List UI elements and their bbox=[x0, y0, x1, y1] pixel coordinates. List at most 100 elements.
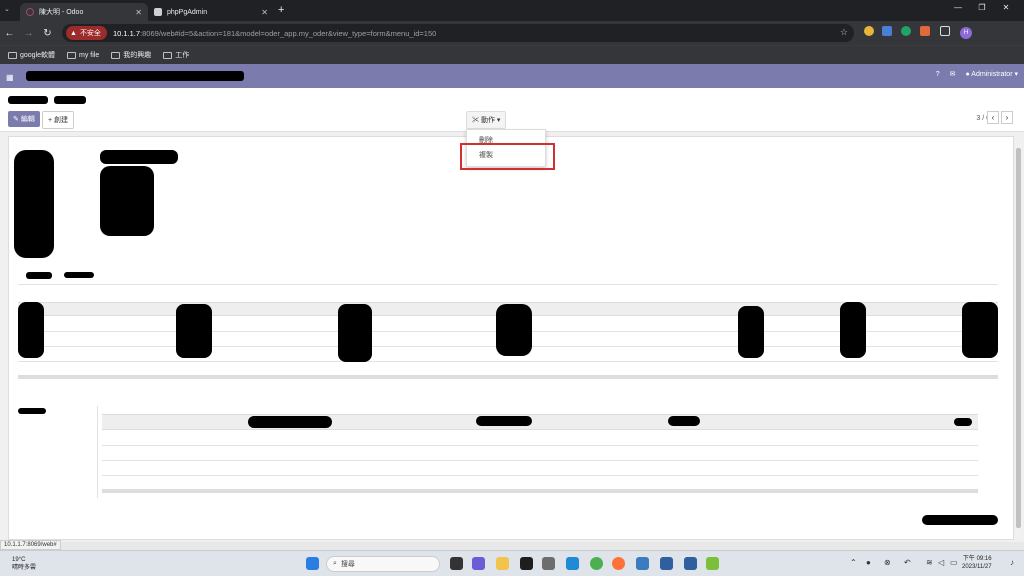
table-row[interactable] bbox=[102, 445, 978, 446]
bookmark-label: 我的興趣 bbox=[123, 52, 152, 59]
redacted-column bbox=[840, 302, 866, 358]
odoo-main-navbar: ▦ ? ✉ ● Administrator ▾ bbox=[0, 64, 1024, 88]
grammarly-icon[interactable] bbox=[901, 26, 911, 36]
restore-icon[interactable]: ❐ bbox=[970, 3, 994, 12]
bookmark-folder[interactable]: google軟體 bbox=[8, 50, 55, 60]
sub-table-header bbox=[102, 414, 978, 430]
redacted-column bbox=[18, 302, 44, 358]
window-controls: — ❐ ✕ bbox=[946, 3, 1018, 12]
notepad-icon[interactable] bbox=[706, 557, 719, 570]
tab-phppgadmin[interactable]: phpPgAdmin ✕ bbox=[148, 3, 274, 21]
folder-icon bbox=[163, 51, 173, 59]
taskbar-search[interactable]: ⌕ 搜尋 bbox=[326, 556, 440, 572]
battery-icon[interactable]: ▭ bbox=[950, 558, 958, 567]
volume-icon[interactable]: ◁ bbox=[938, 558, 944, 567]
action-dropdown-button[interactable]: ✂ 動作 ▾ bbox=[466, 111, 507, 129]
app-tray-icon[interactable]: ⊗ bbox=[884, 558, 891, 567]
bookmark-star-icon[interactable]: ☆ bbox=[840, 27, 848, 38]
section-divider bbox=[97, 406, 98, 498]
bookmark-folder[interactable]: my file bbox=[67, 51, 99, 59]
chat-app-icon[interactable] bbox=[472, 557, 485, 570]
action-label: 動作 bbox=[480, 117, 495, 124]
virtualbox-icon[interactable] bbox=[660, 557, 673, 570]
weather-desc: 晴時多雲 bbox=[12, 565, 37, 571]
screen: ⌄ 陳大明 - Odoo ✕ phpPgAdmin ✕ + — ❐ ✕ ← → … bbox=[0, 0, 1024, 576]
redacted-header bbox=[476, 416, 532, 426]
weather-temp: 19°C bbox=[12, 557, 26, 563]
security-tray-icon[interactable]: ● bbox=[866, 558, 871, 567]
address-bar[interactable]: ▲ 不安全 10.1.1.7:8069/web#id=5&action=181&… bbox=[62, 24, 854, 42]
bookmark-folder[interactable]: 工作 bbox=[163, 50, 189, 60]
close-window-icon[interactable]: ✕ bbox=[994, 3, 1018, 12]
bookmark-label: google軟體 bbox=[20, 52, 56, 59]
edit-button[interactable]: ✎ 編輯 bbox=[8, 111, 40, 127]
scrollbar-thumb[interactable] bbox=[1016, 148, 1021, 528]
weather-widget[interactable]: 19°C 晴時多雲 bbox=[12, 556, 36, 572]
app-icon[interactable] bbox=[636, 557, 649, 570]
undo-tray-icon[interactable]: ↶ bbox=[904, 558, 911, 567]
redacted-section-label bbox=[18, 408, 46, 414]
edge-icon[interactable] bbox=[566, 557, 579, 570]
table-row[interactable] bbox=[102, 460, 978, 461]
create-button[interactable]: + 創建 bbox=[42, 111, 75, 129]
pager-previous-icon[interactable]: ‹ bbox=[987, 111, 999, 124]
user-menu[interactable]: ● Administrator ▾ bbox=[966, 70, 1019, 78]
minimize-icon[interactable]: — bbox=[946, 3, 970, 12]
bookmark-folder[interactable]: 我的興趣 bbox=[111, 50, 151, 60]
new-tab-button[interactable]: + bbox=[278, 4, 284, 16]
terminal-icon[interactable] bbox=[520, 557, 533, 570]
task-view-icon[interactable] bbox=[450, 557, 463, 570]
back-icon[interactable]: ← bbox=[0, 28, 19, 39]
odoo-favicon-icon bbox=[26, 8, 34, 16]
start-windows-icon[interactable] bbox=[306, 557, 319, 570]
search-icon: ⌕ bbox=[333, 560, 337, 567]
url-path: :8069/web#id=5&action=181&model=oder_app… bbox=[140, 28, 437, 38]
redacted-column bbox=[962, 302, 998, 358]
navbar-systray: ? ✉ ● Administrator ▾ bbox=[936, 70, 1019, 79]
reload-icon[interactable]: ↻ bbox=[38, 28, 57, 39]
user-icon: ● bbox=[965, 71, 970, 78]
apps-grid-icon[interactable]: ▦ bbox=[6, 73, 14, 82]
annotation-highlight-box bbox=[460, 143, 555, 170]
extension-icon[interactable] bbox=[864, 26, 874, 36]
chrome-tab-strip: ⌄ 陳大明 - Odoo ✕ phpPgAdmin ✕ + — ❐ ✕ bbox=[0, 0, 1024, 21]
settings-icon[interactable] bbox=[542, 557, 555, 570]
firefox-icon[interactable] bbox=[612, 557, 625, 570]
file-explorer-icon[interactable] bbox=[496, 557, 509, 570]
translate-icon[interactable] bbox=[882, 26, 892, 36]
chrome-icon[interactable] bbox=[590, 557, 603, 570]
tab-search-icon[interactable]: ⌄ bbox=[4, 5, 14, 15]
forward-icon[interactable]: → bbox=[19, 28, 38, 39]
system-clock[interactable]: 下午 09:16 2023/11/27 bbox=[962, 555, 992, 571]
redacted-header bbox=[668, 416, 700, 426]
redacted-column bbox=[496, 304, 532, 356]
table-row[interactable] bbox=[102, 475, 978, 476]
pager-next-icon[interactable]: › bbox=[1001, 111, 1013, 124]
redacted-header bbox=[248, 416, 332, 428]
extension-icon[interactable] bbox=[920, 26, 930, 36]
redacted-tab bbox=[26, 272, 52, 279]
help-icon[interactable]: ? bbox=[936, 71, 940, 78]
tab-odoo[interactable]: 陳大明 - Odoo ✕ bbox=[20, 3, 148, 21]
show-hidden-icons-icon[interactable]: ⌃ bbox=[850, 558, 857, 567]
search-placeholder: 搜尋 bbox=[340, 561, 355, 568]
wifi-icon[interactable]: ≋ bbox=[926, 558, 933, 567]
table-row[interactable] bbox=[18, 361, 998, 362]
profile-avatar[interactable]: H bbox=[960, 27, 972, 39]
close-tab-icon[interactable]: ✕ bbox=[261, 8, 268, 17]
tab-title: phpPgAdmin bbox=[167, 8, 208, 16]
chat-icon[interactable]: ✉ bbox=[950, 70, 956, 78]
security-chip[interactable]: ▲ 不安全 bbox=[66, 26, 107, 40]
status-bar-url: 10.1.1.7:8069/web# bbox=[0, 540, 61, 550]
virtualbox-icon[interactable] bbox=[684, 557, 697, 570]
extensions-puzzle-icon[interactable] bbox=[940, 26, 950, 36]
warning-icon: ▲ bbox=[70, 29, 77, 37]
folder-icon bbox=[8, 51, 17, 59]
notification-bell-icon[interactable]: ♪ bbox=[1010, 558, 1014, 567]
redacted-header bbox=[954, 418, 972, 426]
security-label: 不安全 bbox=[79, 30, 101, 37]
close-tab-icon[interactable]: ✕ bbox=[135, 8, 142, 17]
create-label: 創建 bbox=[54, 117, 69, 124]
redacted-breadcrumb bbox=[54, 96, 86, 104]
redacted-column bbox=[176, 304, 212, 358]
